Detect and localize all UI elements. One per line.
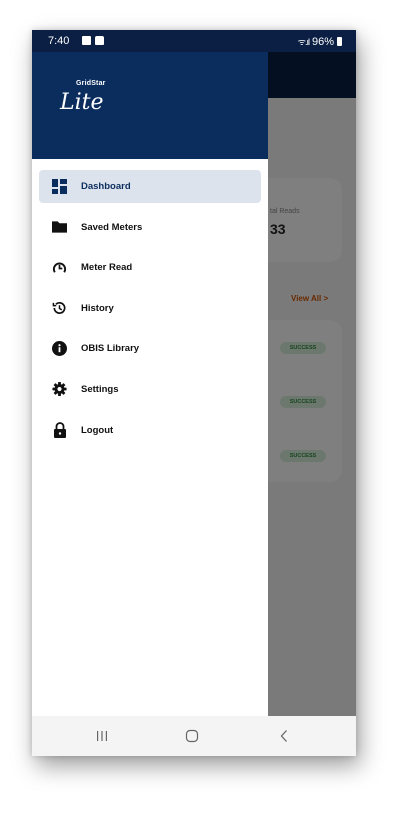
lock-icon	[52, 422, 67, 439]
menu-item-history[interactable]: History	[39, 292, 261, 325]
menu-label: Meter Read	[81, 262, 133, 274]
notification-icons	[82, 36, 104, 45]
logo-brand-text: GridStar	[76, 80, 106, 87]
menu-item-meter-read[interactable]: Meter Read	[39, 251, 261, 284]
menu-label: Saved Meters	[81, 221, 143, 233]
history-icon	[52, 301, 67, 316]
navigation-drawer: GridStar Lite Dashboard Saved Meters Met…	[32, 30, 268, 716]
drawer-menu: Dashboard Saved Meters Meter Read Histor…	[39, 170, 261, 454]
dashboard-icon	[52, 179, 67, 194]
image-notification-icon	[82, 36, 91, 45]
gear-icon	[52, 382, 67, 397]
menu-label: OBIS Library	[81, 343, 140, 355]
menu-item-dashboard[interactable]: Dashboard	[39, 170, 261, 203]
menu-item-saved-meters[interactable]: Saved Meters	[39, 211, 261, 244]
menu-label: Settings	[81, 383, 119, 395]
bag-notification-icon	[95, 36, 104, 45]
menu-label: Dashboard	[81, 181, 131, 192]
meter-read-icon	[52, 260, 67, 275]
back-button[interactable]	[276, 728, 292, 744]
status-right: ᯤ.ıl 96%	[298, 35, 342, 48]
menu-item-obis-library[interactable]: OBIS Library	[39, 332, 261, 365]
folder-icon	[52, 220, 67, 235]
system-navigation-bar	[32, 716, 356, 756]
wifi-signal-icon: ᯤ.ıl	[297, 37, 310, 47]
battery-percent: 96%	[311, 35, 334, 48]
screenshot-stage: tal Reads 33 View All > SUCCESS SUCCESS …	[0, 0, 418, 818]
status-bar: 7:40 ᯤ.ıl 96%	[32, 30, 356, 52]
status-time: 7:40	[48, 35, 70, 47]
recent-apps-button[interactable]	[94, 728, 110, 744]
menu-label: History	[81, 302, 114, 314]
menu-label: Logout	[81, 424, 114, 436]
logo-product-text: Lite	[60, 90, 104, 115]
battery-icon	[337, 37, 342, 46]
info-icon	[52, 341, 67, 357]
app-logo: GridStar Lite	[60, 80, 130, 130]
menu-item-logout[interactable]: Logout	[39, 414, 261, 447]
home-button[interactable]	[184, 728, 200, 744]
phone-screen: tal Reads 33 View All > SUCCESS SUCCESS …	[32, 30, 356, 756]
menu-item-settings[interactable]: Settings	[39, 373, 261, 406]
